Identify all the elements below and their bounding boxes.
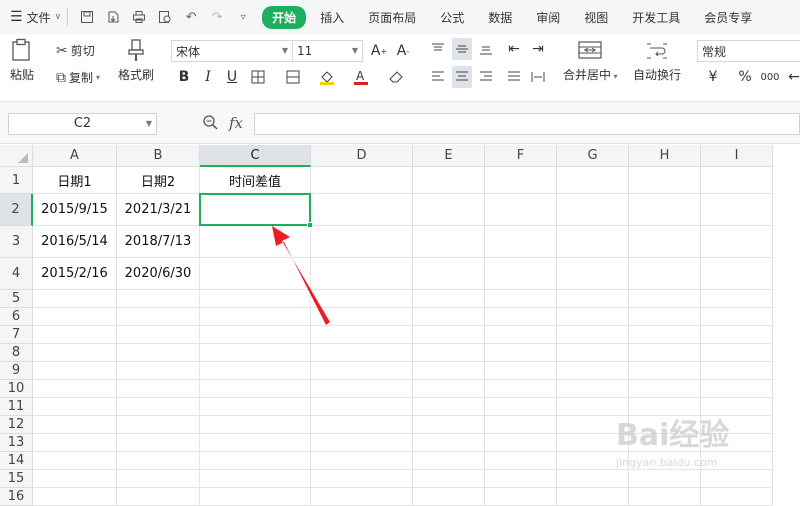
baidu-watermark: Bai经验 jingyan.baidu.com bbox=[616, 410, 729, 469]
watermark-main: Bai经验 bbox=[616, 418, 730, 453]
arrow-shape bbox=[272, 226, 330, 325]
watermark-sub: jingyan.baidu.com bbox=[616, 456, 718, 469]
